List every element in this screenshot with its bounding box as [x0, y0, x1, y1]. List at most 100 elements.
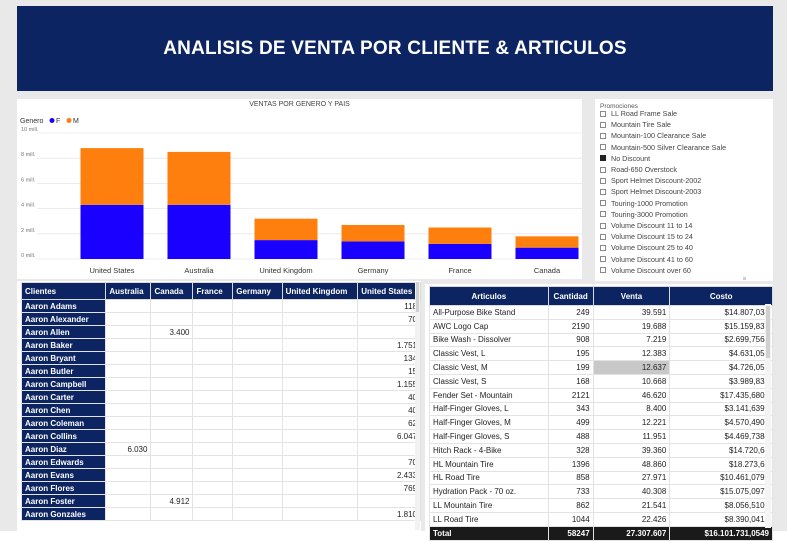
table-row[interactable]: Aaron Adams 118: [20, 299, 421, 313]
slicer-option[interactable]: Sport Helmet Discount-2002: [600, 176, 701, 185]
table-row[interactable]: Aaron Foster 4.912: [20, 494, 421, 508]
bar-f-germany[interactable]: [341, 241, 405, 259]
table-row[interactable]: Hydration Pack - 70 oz. 733 40.308 $15.075,…: [429, 484, 773, 500]
table-row[interactable]: Fender Set - Mountain 2121 46.620 $17.435,6…: [429, 387, 773, 403]
table-row[interactable]: Classic Vest, M 199 12.637 $4.726,051: [429, 360, 773, 375]
table-row[interactable]: Aaron Collins 6.047: [20, 429, 421, 443]
slicer-checkbox[interactable]: [600, 267, 606, 274]
customers-column-header[interactable]: Australia: [105, 282, 152, 300]
table-row[interactable]: Aaron Coleman 62: [20, 416, 421, 430]
slicer-list[interactable]: LL Road Frame Sale Mountain Tire Sale Moun…: [595, 99, 773, 281]
articles-column-header[interactable]: Costo: [669, 286, 773, 306]
customer-value-cell: [281, 403, 359, 417]
table-row[interactable]: Aaron Bryant 134: [20, 351, 421, 365]
customer-value-cell: [232, 481, 283, 495]
report-banner: ANALISIS DE VENTA POR CLIENTE & ARTICULO…: [17, 6, 773, 91]
bar-f-canada[interactable]: [515, 247, 579, 259]
table-row[interactable]: All-Purpose Bike Stand 249 39.591 $14.807,0…: [429, 305, 773, 320]
bar-f-united-states[interactable]: [80, 204, 144, 259]
slicer-checkbox[interactable]: [600, 200, 606, 207]
table-row[interactable]: Aaron Diaz 6.030: [20, 442, 421, 456]
table-row[interactable]: Aaron Edwards 70: [20, 455, 421, 469]
slicer-option[interactable]: Sport Helmet Discount-2003: [600, 187, 701, 196]
slicer-checkbox[interactable]: [600, 121, 606, 128]
table-row[interactable]: Aaron Allen 3.400: [20, 325, 421, 339]
table-row[interactable]: HL Mountain Tire 1396 48.860 $18.273,64: [429, 456, 773, 472]
slicer-checkbox[interactable]: [600, 144, 606, 151]
table-row[interactable]: LL Mountain Tire 862 21.541 $8.056,5106: [429, 498, 773, 513]
customers-column-header[interactable]: Canada: [150, 282, 194, 300]
sales-chart-panel[interactable]: VENTAS POR GENERO Y PAIS Genero F M 0 mill.…: [17, 99, 582, 279]
slicer-scrollbar[interactable]: [743, 277, 746, 280]
table-row[interactable]: Half-Finger Gloves, M 499 12.221 $4.570,490…: [429, 415, 773, 431]
slicer-checkbox[interactable]: [600, 222, 606, 229]
slicer-option[interactable]: Touring-3000 Promotion: [600, 210, 688, 219]
slicer-checkbox[interactable]: [600, 110, 606, 117]
bar-f-france[interactable]: [428, 243, 492, 259]
slicer-checkbox[interactable]: [600, 211, 606, 218]
slicer-checkbox[interactable]: [600, 188, 606, 195]
customers-column-header[interactable]: France: [192, 282, 234, 300]
slicer-option[interactable]: Touring-1000 Promotion: [600, 199, 688, 208]
table-row[interactable]: Aaron Evans 2.433: [20, 468, 421, 482]
table-row[interactable]: Hitch Rack - 4-Bike 328 39.360 $14.720,64: [429, 442, 773, 458]
table-row[interactable]: Aaron Campbell 1.155: [20, 377, 421, 391]
slicer-checkbox[interactable]: [600, 177, 606, 184]
slicer-checkbox[interactable]: [600, 155, 606, 162]
table-row[interactable]: LL Road Tire 1044 22.426 $8.390,0412: [429, 511, 773, 527]
slicer-option-label: Volume Discount 25 to 40: [611, 243, 693, 253]
table-row[interactable]: Aaron Butler 15: [20, 364, 421, 378]
slicer-option[interactable]: Mountain-500 Silver Clearance Sale: [600, 143, 726, 152]
bar-m-united-states[interactable]: [80, 148, 144, 205]
slicer-checkbox[interactable]: [600, 233, 606, 240]
bar-f-united-kingdom[interactable]: [254, 240, 318, 259]
bar-m-united-kingdom[interactable]: [254, 218, 318, 241]
articles-column-header[interactable]: Venta: [592, 286, 671, 306]
bar-m-australia[interactable]: [167, 151, 231, 205]
bar-f-australia[interactable]: [167, 204, 231, 259]
sales-bar-chart[interactable]: Genero F M 0 mill. 2 mill. 4 mill. 6 mill. 8 mi…: [17, 99, 582, 279]
bar-m-germany[interactable]: [341, 224, 405, 242]
articles-scroll-thumb[interactable]: [766, 306, 770, 358]
articles-column-header[interactable]: Cantidad: [547, 286, 594, 306]
slicer-checkbox[interactable]: [600, 132, 606, 139]
slicer-option[interactable]: Mountain Tire Sale: [600, 120, 671, 129]
table-row[interactable]: Aaron Flores 769: [20, 481, 421, 495]
slicer-option[interactable]: Volume Discount 15 to 24: [600, 232, 693, 241]
table-row[interactable]: AWC Logo Cap 2190 19.688 $15.159,837: [429, 318, 773, 334]
table-row[interactable]: HL Road Tire 858 27.971 $10.461,0792: [429, 470, 773, 486]
customers-scroll-thumb[interactable]: [416, 282, 419, 312]
slicer-option[interactable]: Mountain-100 Clearance Sale: [600, 131, 706, 140]
customers-column-header[interactable]: United States: [357, 282, 421, 300]
articles-scroll-track[interactable]: [765, 304, 771, 528]
table-row[interactable]: Aaron Chen 40: [20, 403, 421, 417]
articles-column-header[interactable]: Articulos: [429, 286, 549, 306]
table-row[interactable]: Bike Wash - Dissolver 908 7.219 $2.699,7564: [429, 332, 773, 348]
slicer-option[interactable]: Volume Discount over 60: [600, 266, 691, 275]
table-row[interactable]: Classic Vest, L 195 12.383 $4.631,055: [429, 346, 773, 362]
slicer-option[interactable]: Road-650 Overstock: [600, 165, 677, 174]
slicer-option[interactable]: Volume Discount 41 to 60: [600, 255, 693, 264]
slicer-option[interactable]: Volume Discount 11 to 14: [600, 221, 692, 230]
customer-name-cell: Aaron Foster: [20, 494, 107, 508]
slicer-checkbox[interactable]: [600, 256, 606, 263]
slicer-option[interactable]: No Discount: [600, 154, 650, 163]
bar-m-france[interactable]: [428, 227, 492, 244]
customers-column-header[interactable]: United Kingdom: [281, 282, 359, 300]
promotions-slicer[interactable]: Promociones LL Road Frame Sale Mountain T…: [595, 99, 773, 281]
table-row[interactable]: Aaron Baker 1.751: [20, 338, 421, 352]
slicer-option[interactable]: Volume Discount 25 to 40: [600, 243, 693, 252]
bar-m-canada[interactable]: [515, 236, 579, 248]
table-row[interactable]: Half-Finger Gloves, L 343 8.400 $3.141,6399: [429, 401, 773, 417]
table-row[interactable]: Aaron Carter 40: [20, 390, 421, 404]
table-row[interactable]: Half-Finger Gloves, S 488 11.951 $4.469,738…: [429, 429, 773, 444]
customers-column-header[interactable]: Germany: [232, 282, 283, 300]
slicer-option[interactable]: LL Road Frame Sale: [600, 109, 677, 118]
customers-scroll-track[interactable]: [415, 282, 420, 530]
table-row[interactable]: Aaron Gonzales 1.810: [20, 507, 421, 521]
table-row[interactable]: Classic Vest, S 168 10.668 $3.989,832: [429, 373, 773, 389]
table-row[interactable]: Aaron Alexander 70: [20, 312, 421, 326]
customers-column-header[interactable]: Clientes: [20, 282, 107, 300]
slicer-checkbox[interactable]: [600, 244, 606, 251]
slicer-checkbox[interactable]: [600, 166, 606, 173]
